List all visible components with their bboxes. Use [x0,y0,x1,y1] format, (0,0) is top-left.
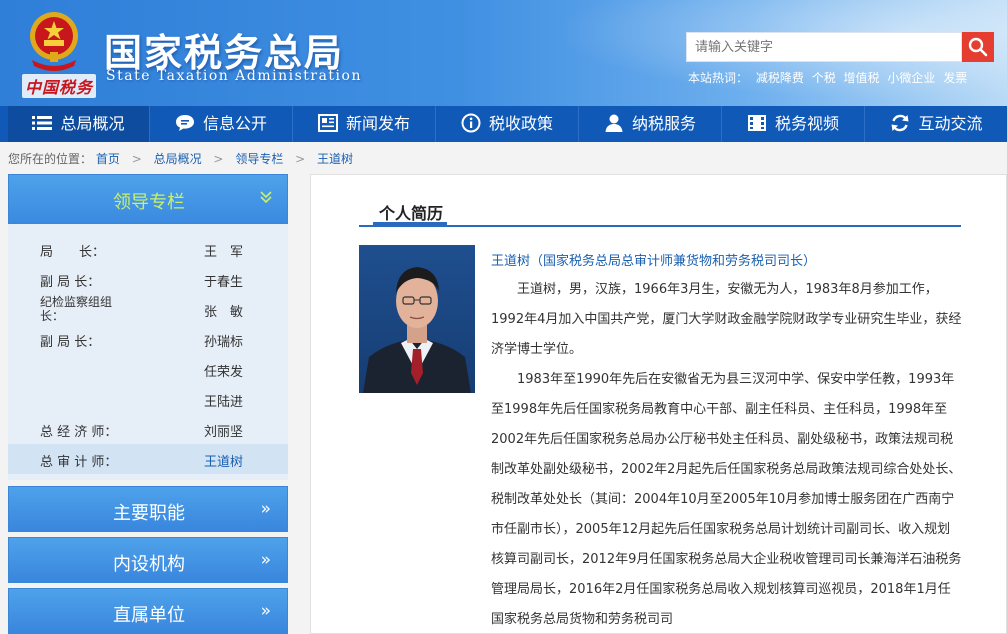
leader-name-link[interactable]: 刘丽坚 [204,421,243,440]
sidebar-button-affiliates[interactable]: 直属单位 » [8,588,288,634]
leader-name-link[interactable]: 王 军 [204,241,243,260]
tab-profile[interactable]: 个人简历 [379,200,443,224]
leader-row[interactable]: 任荣发 [8,354,288,384]
double-chevron-right-icon: » [260,550,271,570]
nav-label: 税务视频 [774,114,839,133]
nav-label: 信息公开 [202,114,267,133]
sidebar-button-departments[interactable]: 内设机构 » [8,537,288,583]
leader-row[interactable]: 纪检监察组组 长： 张 敏 [8,294,288,324]
tab-divider [359,225,961,227]
bio-paragraph: 王道树，男，汉族，1966年3月生，安徽无为人，1983年8月参加工作，1992… [491,282,962,357]
leader-row[interactable]: 副 局 长： 孙瑞标 [8,324,288,354]
nav-label: 纳税服务 [631,114,696,133]
sidebar-button-label: 主要职能 [113,503,185,524]
sidebar-header-label: 领导专栏 [113,192,185,213]
double-chevron-right-icon: » [260,601,271,621]
nav-label: 新闻发布 [345,114,410,133]
breadcrumb-link-home[interactable]: 首页 [96,152,120,166]
bio-name-line: 王道树（国家税务总局总审计师兼货物和劳务税司司长） [491,254,817,269]
video-icon [747,115,766,131]
sidebar-header-leaders[interactable]: 领导专栏 [8,174,288,224]
site-subtitle: State Taxation Administration [106,68,362,84]
nav-label: 互动交流 [918,114,983,133]
nav-label: 总局概况 [60,114,125,133]
leader-name-link[interactable]: 王陆进 [204,391,243,410]
person-icon [605,114,623,132]
breadcrumb-separator: > [213,152,224,166]
search-input[interactable] [686,32,962,62]
main-nav: 总局概况 信息公开 新闻发布 税收政策 纳税服务 税务视频 互动交流 [0,106,1007,142]
leader-name-link[interactable]: 任荣发 [204,361,243,380]
menu-icon [32,116,53,130]
leader-title: 纪检监察组组 长： [40,295,137,323]
leader-title: 副 局 长： [40,275,101,290]
hotword-link[interactable]: 减税降费 [756,71,804,85]
main-content: 个人简历 王道树（国家税务总局总审计师兼货物和劳务税司司长） 王道树，男，汉族，… [310,174,1007,634]
refresh-icon [891,114,909,132]
nav-item-video[interactable]: 税务视频 [722,106,865,142]
search-icon [968,37,988,57]
hotword-link[interactable]: 个税 [812,71,836,85]
nav-item-interaction[interactable]: 互动交流 [865,106,1007,142]
nav-item-overview[interactable]: 总局概况 [8,106,150,142]
breadcrumb-separator: > [295,152,306,166]
leader-row[interactable]: 总 经 济 师： 刘丽坚 [8,414,288,444]
leader-name-link[interactable]: 孙瑞标 [204,331,243,350]
sidebar-button-label: 直属单位 [113,605,185,626]
nav-item-news[interactable]: 新闻发布 [293,106,436,142]
leader-name-link[interactable]: 于春生 [204,271,243,290]
hotword-link[interactable]: 小微企业 [887,71,935,85]
search-button[interactable] [962,32,994,62]
hotwords-bar: 本站热词： 减税降费 个税 增值税 小微企业 发票 [688,69,971,86]
leader-photo [359,245,475,393]
bio-paragraph: 1983年至1990年先后在安徽省无为县三汊河中学、保安中学任教，1993年至1… [491,372,962,627]
chevron-double-down-icon [260,191,272,204]
site-header: 中国税务 国家税务总局 State Taxation Administratio… [0,0,1007,106]
breadcrumb-link-overview[interactable]: 总局概况 [154,152,202,166]
leader-row-selected[interactable]: 总 审 计 师： 王道树 [8,444,288,474]
portrait-image [359,245,475,393]
leader-list: 局 长： 王 军 副 局 长： 于春生 纪检监察组组 长： 张 敏 副 局 长：… [8,224,288,480]
sidebar-button-label: 内设机构 [113,554,185,575]
breadcrumb-link-leaders[interactable]: 领导专栏 [235,152,283,166]
double-chevron-right-icon: » [260,499,271,519]
sidebar-button-main-functions[interactable]: 主要职能 » [8,486,288,532]
breadcrumb: 您所在的位置： 首页 > 总局概况 > 领导专栏 > 王道树 [8,150,353,167]
breadcrumb-prefix: 您所在的位置： [8,152,93,166]
leader-title: 局 长： [40,245,106,260]
brand-signature-logo: 中国税务 [22,74,97,98]
leader-title: 总 审 计 师： [40,455,118,470]
hotwords-label: 本站热词： [688,71,749,85]
info-icon [461,113,481,133]
national-emblem-icon [30,12,78,71]
chat-bubble-icon [175,115,194,131]
leader-row[interactable]: 局 长： 王 军 [8,234,288,264]
leader-name-link[interactable]: 张 敏 [204,301,243,320]
hotword-link[interactable]: 增值税 [844,71,880,85]
nav-item-tax-policy[interactable]: 税收政策 [436,106,579,142]
biography: 王道树（国家税务总局总审计师兼货物和劳务税司司长） 王道树，男，汉族，1966年… [491,249,963,634]
nav-item-taxpayer-service[interactable]: 纳税服务 [579,106,722,142]
leader-row[interactable]: 副 局 长： 于春生 [8,264,288,294]
nav-item-disclosure[interactable]: 信息公开 [150,106,293,142]
leader-row[interactable]: 王陆进 [8,384,288,414]
leader-name-link[interactable]: 王道树 [204,451,243,470]
leader-title: 副 局 长： [40,335,101,350]
newspaper-icon [317,114,338,132]
breadcrumb-link-current[interactable]: 王道树 [317,152,353,166]
leader-title: 总 经 济 师： [40,425,118,440]
nav-label: 税收政策 [488,114,553,133]
breadcrumb-separator: > [131,152,142,166]
hotword-link[interactable]: 发票 [943,71,967,85]
